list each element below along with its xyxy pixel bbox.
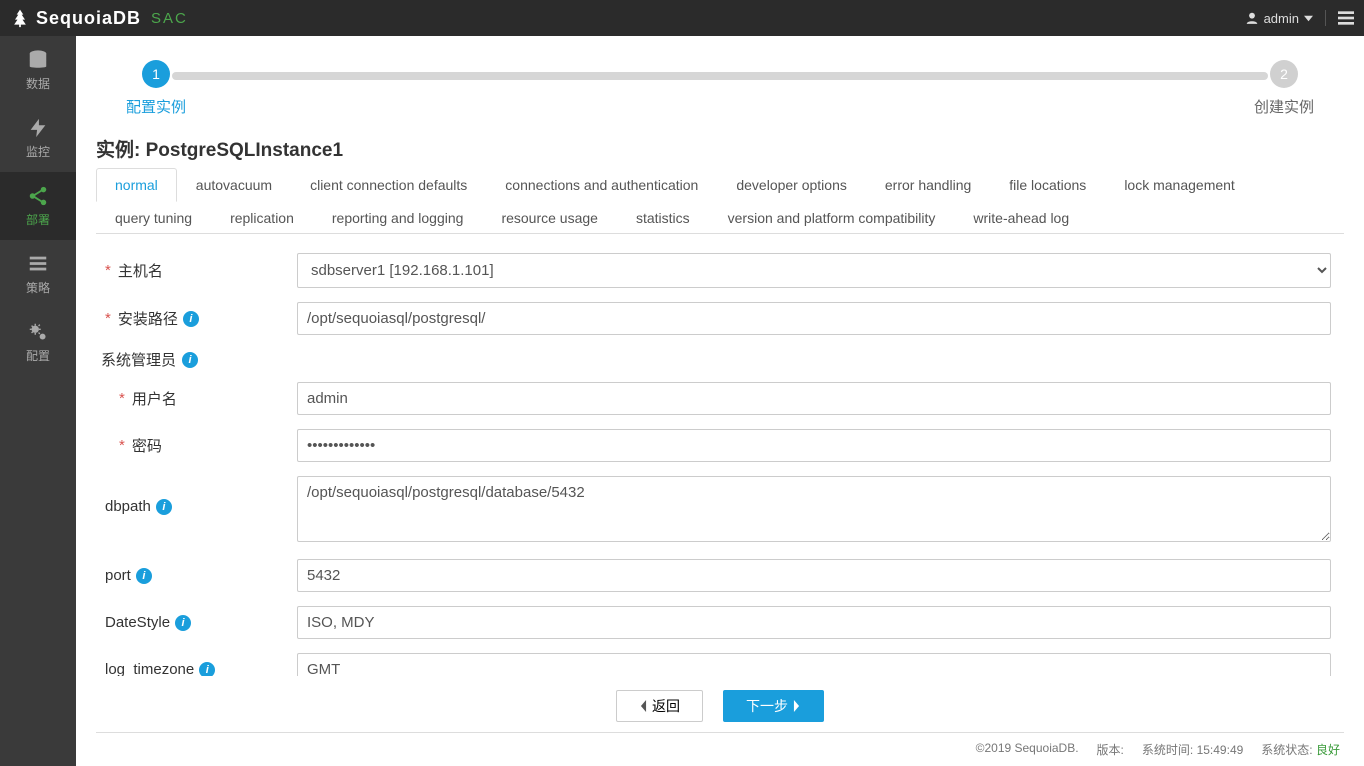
list-icon [27,253,49,275]
tab-connections-authentication[interactable]: connections and authentication [486,168,717,202]
sidebar-item-policy[interactable]: 策略 [0,240,76,308]
tab-developer-options[interactable]: developer options [717,168,866,202]
sidebar: 数据 监控 部署 策略 配置 [0,36,76,766]
sidebar-item-data[interactable]: 数据 [0,36,76,104]
tab-reporting-logging[interactable]: reporting and logging [313,201,483,234]
step-2-circle: 2 [1270,60,1298,88]
chevron-left-icon [639,700,648,712]
copyright: ©2019 SequoiaDB. [976,741,1079,758]
sidebar-item-config[interactable]: 配置 [0,308,76,376]
install-input[interactable] [297,302,1331,335]
tree-icon [10,8,30,28]
info-icon[interactable]: i [175,615,191,631]
tab-normal[interactable]: normal [96,168,177,202]
install-label: *安装路径i [97,308,297,329]
info-icon[interactable]: i [136,568,152,584]
host-label: *主机名 [97,260,297,281]
password-input[interactable] [297,429,1331,462]
datestyle-input[interactable] [297,606,1331,639]
database-icon [27,49,49,71]
sidebar-item-label: 部署 [26,211,50,228]
divider [1325,10,1326,26]
step-bar [172,72,1268,80]
tab-file-locations[interactable]: file locations [990,168,1105,202]
tab-error-handling[interactable]: error handling [866,168,990,202]
admin-section-header: 系统管理员i [97,349,1331,370]
user-menu[interactable]: admin [1245,11,1313,26]
sidebar-item-label: 数据 [26,75,50,92]
tab-lock-management[interactable]: lock management [1105,168,1254,202]
info-icon[interactable]: i [182,352,198,368]
step-1-circle: 1 [142,60,170,88]
logtz-label: log_timezonei [97,661,297,676]
port-label: porti [97,567,297,584]
back-button[interactable]: 返回 [616,690,703,722]
next-button[interactable]: 下一步 [723,690,824,722]
user-input[interactable] [297,382,1331,415]
tab-wal[interactable]: write-ahead log [954,201,1088,234]
user-name: admin [1264,11,1299,26]
tab-replication[interactable]: replication [211,201,313,234]
form-scroll-area[interactable]: *主机名 sdbserver1 [192.168.1.101] *安装路径i 系… [96,234,1344,676]
info-icon[interactable]: i [183,311,199,327]
sidebar-item-monitor[interactable]: 监控 [0,104,76,172]
step-1: 1 配置实例 [126,60,186,117]
system-time: 系统时间: 15:49:49 [1142,741,1243,758]
sidebar-item-label: 策略 [26,279,50,296]
caret-down-icon [1304,14,1313,23]
brand-sub: SAC [151,10,188,27]
brand-logo: SequoiaDB SAC [10,8,188,29]
step-1-label: 配置实例 [126,96,186,117]
logtz-input[interactable] [297,653,1331,676]
tab-resource-usage[interactable]: resource usage [482,201,617,234]
user-label: *用户名 [97,388,297,409]
share-icon [27,185,49,207]
button-bar: 返回 下一步 [96,676,1344,732]
tab-version-platform[interactable]: version and platform compatibility [709,201,955,234]
sidebar-item-label: 监控 [26,143,50,160]
tab-statistics[interactable]: statistics [617,201,709,234]
chevron-right-icon [792,700,801,712]
port-input[interactable] [297,559,1331,592]
dbpath-label: dbpathi [97,476,297,515]
password-label: *密码 [97,435,297,456]
user-icon [1245,11,1259,25]
datestyle-label: DateStylei [97,614,297,631]
page-title: 实例: PostgreSQLInstance1 [96,135,1344,162]
system-status: 系统状态: 良好 [1261,741,1340,758]
tab-client-connection-defaults[interactable]: client connection defaults [291,168,486,202]
app-header: SequoiaDB SAC admin [0,0,1364,36]
bolt-icon [27,117,49,139]
sidebar-item-deploy[interactable]: 部署 [0,172,76,240]
host-select[interactable]: sdbserver1 [192.168.1.101] [297,253,1331,288]
stepper: 1 配置实例 2 创建实例 [126,60,1314,117]
step-2: 2 创建实例 [1254,60,1314,117]
sidebar-item-label: 配置 [26,347,50,364]
info-icon[interactable]: i [199,662,215,677]
tabs: normal autovacuum client connection defa… [96,168,1344,234]
version-label: 版本: [1097,741,1124,758]
info-icon[interactable]: i [156,499,172,515]
dbpath-input[interactable]: /opt/sequoiasql/postgresql/database/5432 [297,476,1331,542]
gears-icon [27,321,49,343]
tab-query-tuning[interactable]: query tuning [96,201,211,234]
tab-autovacuum[interactable]: autovacuum [177,168,291,202]
footer: ©2019 SequoiaDB. 版本: 系统时间: 15:49:49 系统状态… [96,732,1344,766]
step-2-label: 创建实例 [1254,96,1314,117]
brand-main: SequoiaDB [36,8,141,29]
menu-icon[interactable] [1338,11,1354,25]
